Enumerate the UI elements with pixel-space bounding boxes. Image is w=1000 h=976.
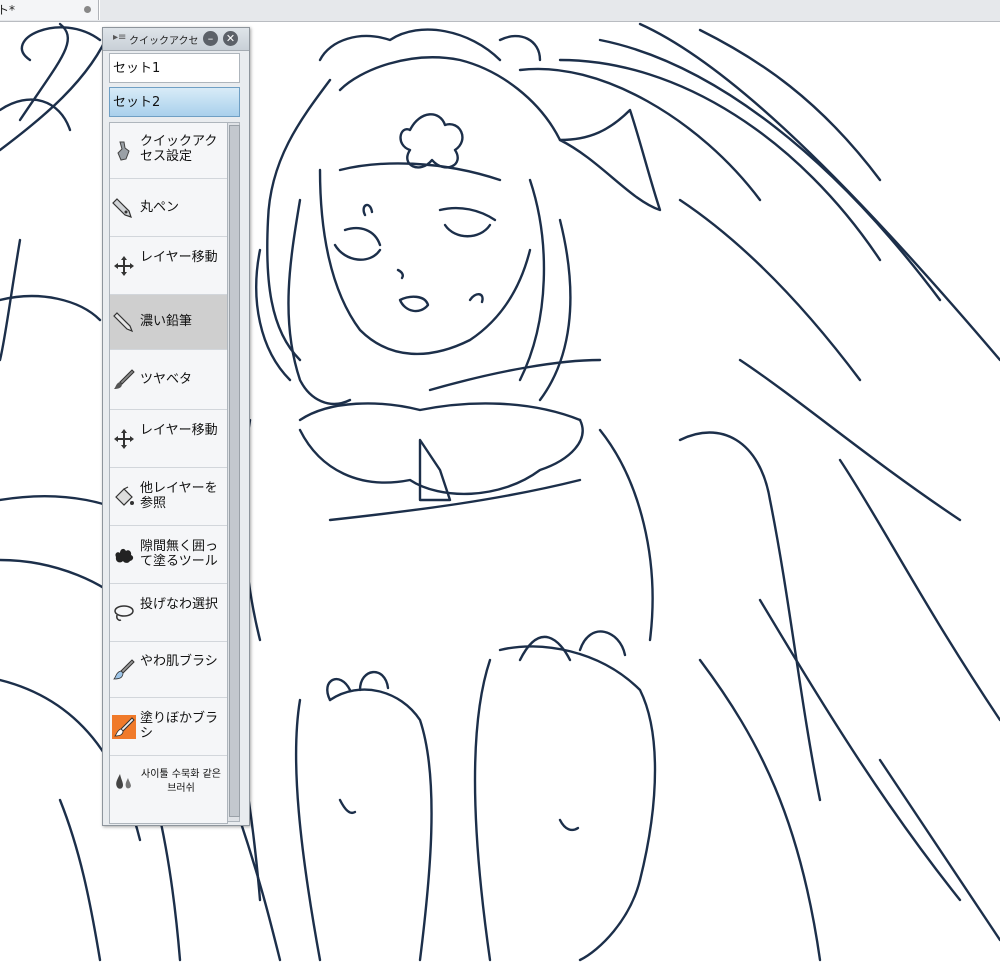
move-layer-icon bbox=[114, 256, 134, 276]
fill-bucket-icon bbox=[115, 486, 134, 506]
list-item[interactable]: 사이툴 수묵화 같은 브러쉬 bbox=[110, 756, 227, 823]
list-item[interactable]: クイックアクセス設定 bbox=[110, 123, 227, 179]
pencil-icon bbox=[113, 312, 134, 333]
list-item-label: 사이툴 수묵화 같은 브러쉬 bbox=[141, 769, 221, 794]
set-item-2[interactable]: セット2 bbox=[109, 87, 240, 117]
list-item-label: 他レイヤーを参照 bbox=[140, 481, 218, 511]
list-item-label: ツヤベタ bbox=[140, 372, 193, 387]
ink-drops-icon bbox=[116, 774, 131, 789]
list-item[interactable]: 他レイヤーを参照 bbox=[110, 468, 227, 526]
list-item[interactable]: 塗りぼかブラシ bbox=[110, 698, 227, 756]
settings-hand-icon bbox=[117, 141, 130, 161]
list-item[interactable]: ツヤベタ bbox=[110, 350, 227, 410]
lasso-icon bbox=[114, 605, 134, 621]
move-layer-icon bbox=[114, 429, 134, 449]
list-item-label: クイックアクセス設定 bbox=[140, 134, 218, 164]
scrollbar-thumb[interactable] bbox=[229, 125, 240, 817]
list-item[interactable]: 隙間無く囲って塗るツール bbox=[110, 526, 227, 584]
tab-strip-empty-area bbox=[99, 0, 1000, 20]
tool-list: クイックアクセス設定 丸ペン レイヤー移動 濃い鉛筆 ツヤベタ レイヤー移動 他… bbox=[109, 122, 228, 824]
palette-title: クイックアクセ bbox=[129, 36, 199, 47]
list-item[interactable]: 丸ペン bbox=[110, 179, 227, 237]
list-item[interactable]: 投げなわ選択 bbox=[110, 584, 227, 642]
list-item-label: やわ肌ブラシ bbox=[140, 654, 218, 669]
document-tab-strip: ト* bbox=[0, 0, 1000, 22]
pen-nib-icon bbox=[112, 198, 132, 218]
list-item[interactable]: やわ肌ブラシ bbox=[110, 642, 227, 698]
soft-brush-icon bbox=[113, 659, 135, 680]
tab-close-icon[interactable] bbox=[84, 6, 91, 13]
close-icon[interactable]: ✕ bbox=[223, 31, 238, 46]
list-item-label: 投げなわ選択 bbox=[140, 597, 219, 612]
list-item-label: レイヤー移動 bbox=[140, 423, 218, 438]
list-item-label: 塗りぼかブラシ bbox=[140, 711, 219, 741]
blend-brush-icon bbox=[112, 715, 136, 739]
document-tab-title: ト* bbox=[0, 3, 16, 17]
list-item-label: 丸ペン bbox=[140, 200, 180, 215]
palette-scrollbar[interactable] bbox=[227, 122, 240, 822]
set-item-1[interactable]: セット1 bbox=[109, 53, 240, 83]
list-item[interactable]: 濃い鉛筆 bbox=[110, 295, 227, 350]
palette-menu-icon[interactable]: ▸≡ bbox=[113, 32, 126, 43]
list-item-label: 隙間無く囲って塗るツール bbox=[140, 539, 219, 569]
minimize-icon[interactable]: – bbox=[203, 31, 218, 46]
list-item[interactable]: レイヤー移動 bbox=[110, 237, 227, 295]
list-item-label: 濃い鉛筆 bbox=[140, 314, 193, 329]
list-item[interactable]: レイヤー移動 bbox=[110, 410, 227, 468]
fill-splat-icon bbox=[115, 548, 134, 563]
quick-access-palette: ▸≡ クイックアクセ – ✕ セット1 セット2 クイックアクセス設定 丸ペン … bbox=[102, 27, 250, 826]
list-item-label: レイヤー移動 bbox=[140, 250, 218, 265]
brush-icon bbox=[114, 369, 135, 389]
palette-title-bar[interactable]: ▸≡ クイックアクセ – ✕ bbox=[103, 28, 249, 51]
document-tab[interactable]: ト* bbox=[0, 0, 99, 20]
